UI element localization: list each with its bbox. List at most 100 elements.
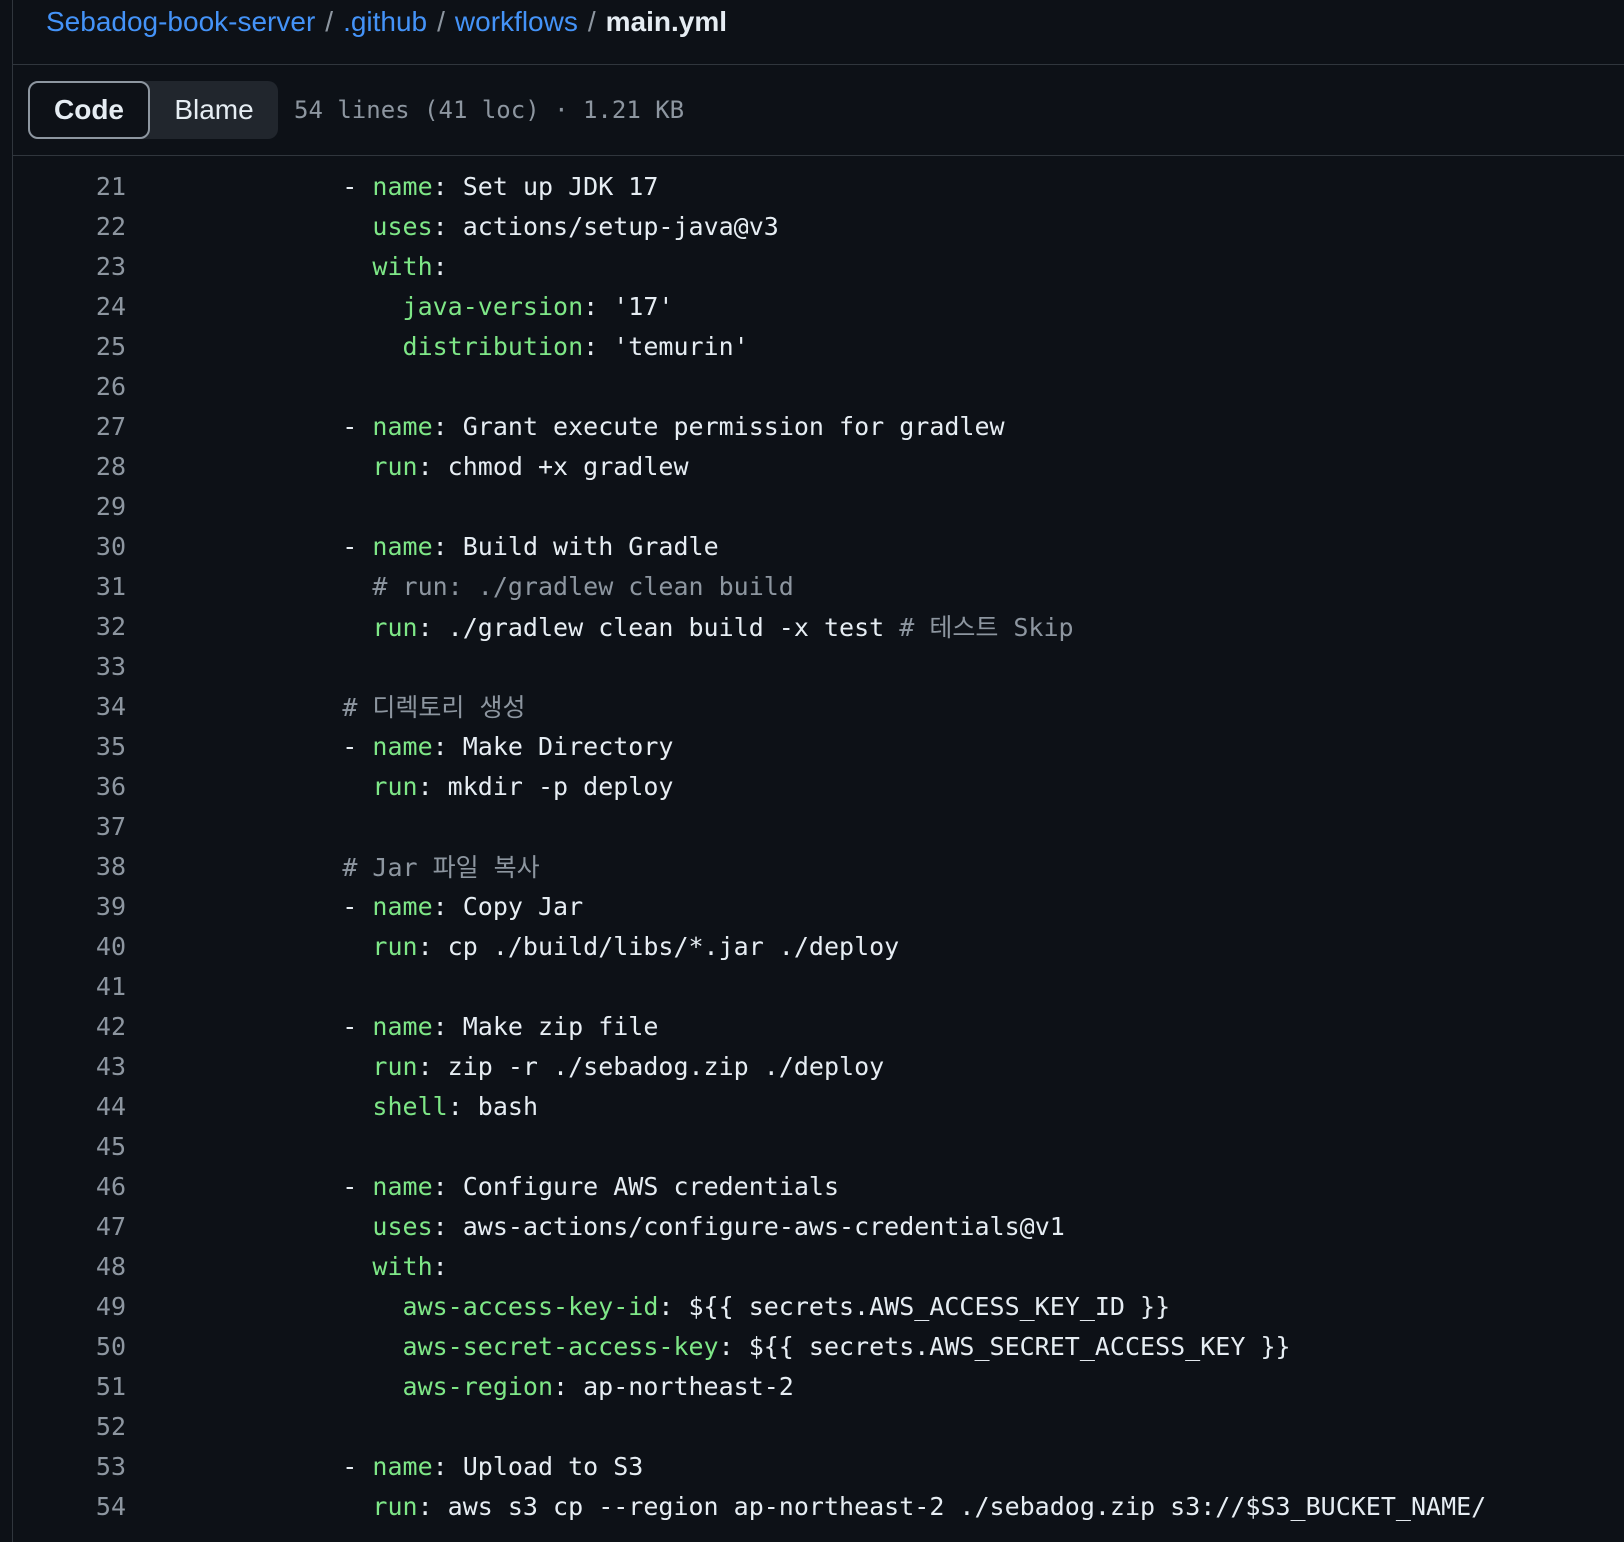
code-text: : ${{ secrets.AWS_SECRET_ACCESS_KEY }} [718, 1331, 1291, 1361]
line-number[interactable]: 49 [12, 1292, 126, 1321]
line-number[interactable]: 51 [12, 1372, 126, 1401]
line-number[interactable]: 24 [12, 292, 126, 321]
code-text: : Make zip file [432, 1011, 659, 1041]
line-content: run: chmod +x gradlew [252, 451, 689, 481]
code-text: : cp ./build/libs/*.jar ./deploy [417, 931, 900, 961]
yaml-key: java-version [402, 291, 584, 321]
code-text: - [252, 411, 373, 441]
breadcrumb-repo-link[interactable]: Sebadog-book-server [46, 6, 315, 38]
line-number[interactable]: 26 [12, 372, 126, 401]
line-number[interactable]: 52 [12, 1412, 126, 1441]
line-number[interactable]: 39 [12, 892, 126, 921]
code-line: 27 - name: Grant execute permission for … [12, 406, 1624, 446]
line-number[interactable]: 34 [12, 692, 126, 721]
line-number[interactable]: 43 [12, 1052, 126, 1081]
file-info: 54 lines (41 loc) · 1.21 KB [294, 96, 685, 124]
line-number[interactable]: 45 [12, 1132, 126, 1161]
code-text: : Copy Jar [432, 891, 584, 921]
line-content: distribution: 'temurin' [252, 332, 749, 361]
code-text: : mkdir -p deploy [417, 771, 674, 801]
code-line: 37 [12, 806, 1624, 846]
breadcrumb-github-dir-link[interactable]: .github [343, 6, 427, 38]
line-number[interactable]: 27 [12, 412, 126, 441]
line-number[interactable]: 46 [12, 1172, 126, 1201]
line-number[interactable]: 28 [12, 452, 126, 481]
code-line: 46 - name: Configure AWS credentials [12, 1166, 1624, 1206]
file-toolbar: Code Blame 54 lines (41 loc) · 1.21 KB [28, 80, 684, 140]
code-line: 25 distribution: 'temurin' [12, 326, 1624, 366]
line-content: uses: actions/setup-java@v3 [252, 211, 779, 241]
code-text: : Set up JDK 17 [432, 171, 659, 201]
line-content: run: cp ./build/libs/*.jar ./deploy [252, 932, 899, 961]
line-content: - name: Make Directory [252, 732, 673, 761]
line-content: run: zip -r ./sebadog.zip ./deploy [252, 1052, 884, 1081]
yaml-key: with [372, 1251, 433, 1281]
blame-view-button[interactable]: Blame [150, 81, 278, 139]
yaml-key: distribution [402, 331, 584, 361]
line-number[interactable]: 35 [12, 732, 126, 761]
line-number[interactable]: 44 [12, 1092, 126, 1121]
line-content: with: [252, 1251, 447, 1281]
yaml-key: uses [372, 1211, 433, 1241]
breadcrumb-separator: / [587, 6, 596, 37]
line-number[interactable]: 47 [12, 1212, 126, 1241]
line-number[interactable]: 21 [12, 172, 126, 201]
code-line: 34 # 디렉토리 생성 [12, 686, 1624, 726]
line-number[interactable]: 33 [12, 652, 126, 681]
code-line: 32 run: ./gradlew clean build -x test # … [12, 606, 1624, 646]
line-content: with: [252, 252, 447, 281]
code-line: 51 aws-region: ap-northeast-2 [12, 1366, 1624, 1406]
line-number[interactable]: 37 [12, 812, 126, 841]
line-content: - name: Copy Jar [252, 892, 583, 921]
line-number[interactable]: 41 [12, 972, 126, 1001]
line-number[interactable]: 22 [12, 212, 126, 241]
code-text: : actions/setup-java@v3 [432, 211, 779, 241]
line-content: run: mkdir -p deploy [252, 772, 673, 801]
line-number[interactable]: 32 [12, 612, 126, 641]
yaml-key: name [372, 411, 433, 441]
code-text: - [252, 1011, 373, 1041]
code-line: 49 aws-access-key-id: ${{ secrets.AWS_AC… [12, 1286, 1624, 1326]
line-number[interactable]: 31 [12, 572, 126, 601]
code-line: 30 - name: Build with Gradle [12, 526, 1624, 566]
line-content: # 디렉토리 생성 [252, 688, 525, 724]
code-text: : Make Directory [432, 731, 674, 761]
line-number[interactable]: 53 [12, 1452, 126, 1481]
code-text: : chmod +x gradlew [417, 451, 689, 481]
line-content: run: ./gradlew clean build -x test # 테스트… [252, 608, 1073, 644]
line-number[interactable]: 25 [12, 332, 126, 361]
code-line: 31 # run: ./gradlew clean build [12, 566, 1624, 606]
line-number[interactable]: 48 [12, 1252, 126, 1281]
line-number[interactable]: 30 [12, 532, 126, 561]
line-number[interactable]: 23 [12, 252, 126, 281]
line-number[interactable]: 36 [12, 772, 126, 801]
line-number[interactable]: 29 [12, 492, 126, 521]
line-content: aws-secret-access-key: ${{ secrets.AWS_S… [252, 1332, 1291, 1361]
line-content: uses: aws-actions/configure-aws-credenti… [252, 1211, 1064, 1241]
yaml-key: aws-region [402, 1371, 554, 1401]
code-view: 21 - name: Set up JDK 17 22 uses: actions… [12, 166, 1624, 1526]
yaml-key: name [372, 171, 433, 201]
line-content: - name: Upload to S3 [252, 1452, 643, 1481]
code-line: 29 [12, 486, 1624, 526]
code-text: : Upload to S3 [432, 1451, 644, 1481]
line-number[interactable]: 54 [12, 1492, 126, 1521]
breadcrumb-workflows-dir-link[interactable]: workflows [455, 6, 578, 38]
yaml-key: run [372, 451, 418, 481]
code-line: 39 - name: Copy Jar [12, 886, 1624, 926]
code-line: 54 run: aws s3 cp --region ap-northeast-… [12, 1486, 1624, 1526]
line-number[interactable]: 42 [12, 1012, 126, 1041]
code-line: 21 - name: Set up JDK 17 [12, 166, 1624, 206]
code-view-button[interactable]: Code [28, 81, 150, 139]
code-line: 52 [12, 1406, 1624, 1446]
line-number[interactable]: 38 [12, 852, 126, 881]
line-number[interactable]: 50 [12, 1332, 126, 1361]
code-line: 48 with: [12, 1246, 1624, 1286]
line-number[interactable]: 40 [12, 932, 126, 961]
